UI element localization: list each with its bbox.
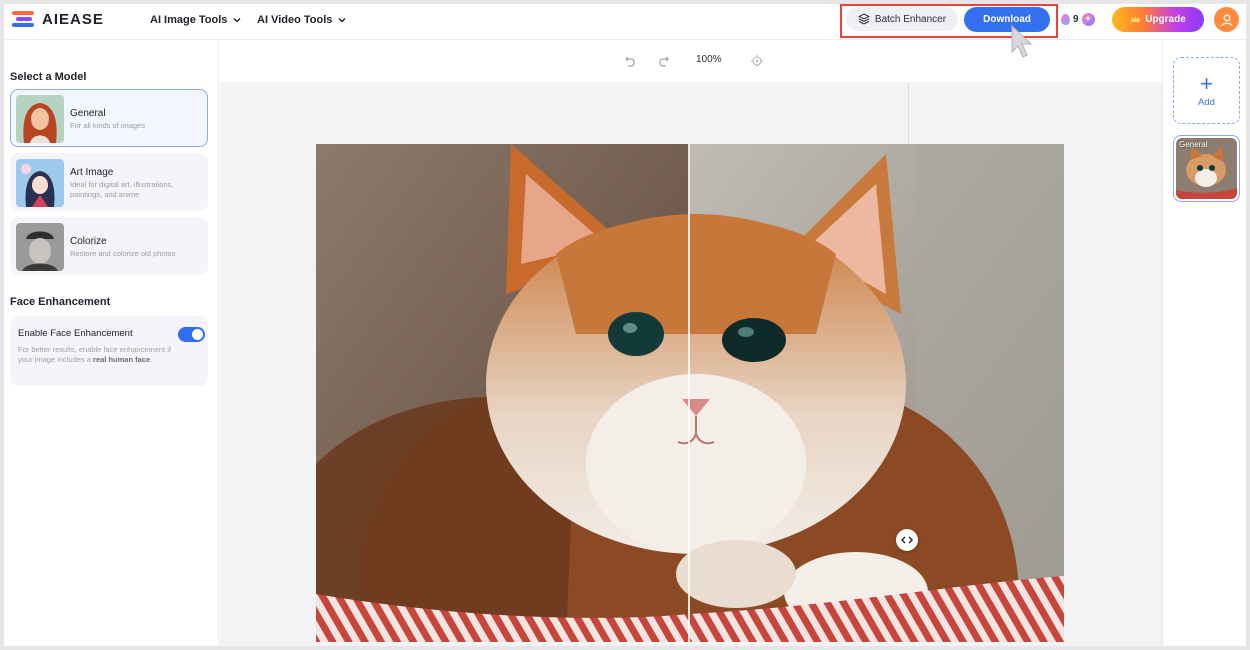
model-desc: Ideal for digital art, illustrations, pa… xyxy=(70,180,174,199)
face-toggle-label: Enable Face Enhancement xyxy=(18,328,133,339)
model-name: Art Image xyxy=(70,167,114,178)
model-thumbnail-colorize xyxy=(16,223,64,271)
redo-icon[interactable] xyxy=(658,54,672,68)
face-enhancement-card: Enable Face Enhancement For better resul… xyxy=(10,316,208,386)
comparison-divider-line xyxy=(908,82,909,144)
kitten-image xyxy=(316,144,1064,642)
model-thumbnail-general xyxy=(16,95,64,143)
image-thumbnail: General xyxy=(1176,138,1237,199)
add-label: Add xyxy=(1198,96,1215,108)
thumbnail-tag: General xyxy=(1179,140,1208,149)
right-panel: + Add General xyxy=(1162,40,1246,646)
model-card-colorize[interactable]: Colorize Restore and colorize old photos xyxy=(10,217,208,275)
app-window: AIEASE AI Image Tools AI Video Tools Bat… xyxy=(4,4,1246,646)
user-icon xyxy=(1220,14,1233,26)
model-card-general[interactable]: General For all kinds of images xyxy=(10,89,208,147)
face-enhancement-toggle[interactable] xyxy=(178,327,205,342)
model-name: Colorize xyxy=(70,236,107,247)
face-enhancement-desc: For better results, enable face enhancem… xyxy=(18,345,172,364)
logo[interactable]: AIEASE xyxy=(12,10,104,28)
editor-area: 100% xyxy=(220,40,1162,646)
credits-value: 9 xyxy=(1073,13,1079,25)
user-avatar[interactable] xyxy=(1214,7,1239,32)
model-thumbnail-art-image xyxy=(16,159,64,207)
comparison-canvas[interactable] xyxy=(316,144,1064,642)
nav-ai-image-tools[interactable]: AI Image Tools xyxy=(150,14,242,26)
split-drag-handle[interactable] xyxy=(896,529,918,551)
arrows-horizontal-icon xyxy=(901,536,913,544)
upgrade-label: Upgrade xyxy=(1145,14,1186,25)
model-card-art-image[interactable]: Art Image Ideal for digital art, illustr… xyxy=(10,153,208,211)
zoom-level: 100% xyxy=(696,54,722,65)
nav-label: AI Video Tools xyxy=(257,14,333,26)
model-name: General xyxy=(70,108,106,119)
chevron-down-icon xyxy=(338,18,346,23)
face-enhancement-title: Face Enhancement xyxy=(10,296,111,308)
upgrade-button[interactable]: Upgrade xyxy=(1112,7,1204,32)
model-desc: Restore and colorize old photos xyxy=(70,249,176,258)
fit-screen-icon[interactable] xyxy=(750,54,764,68)
nav-label: AI Image Tools xyxy=(150,14,228,26)
nav-ai-video-tools[interactable]: AI Video Tools xyxy=(257,14,347,26)
model-desc: For all kinds of images xyxy=(70,121,146,130)
left-panel: Select a Model General For all kinds of … xyxy=(4,40,219,646)
comparison-divider xyxy=(688,144,690,642)
mouse-cursor-icon xyxy=(1011,24,1033,58)
crown-icon xyxy=(1131,16,1141,22)
undo-icon[interactable] xyxy=(622,54,636,68)
credits-counter[interactable]: 9 + xyxy=(1061,9,1107,29)
plus-icon: + xyxy=(1081,12,1095,26)
gem-icon xyxy=(1061,13,1070,25)
add-image-button[interactable]: + Add xyxy=(1173,57,1240,124)
chevron-down-icon xyxy=(233,18,241,23)
select-model-title: Select a Model xyxy=(10,71,87,83)
logo-text: AIEASE xyxy=(42,10,104,28)
top-bar: AIEASE AI Image Tools AI Video Tools Bat… xyxy=(4,4,1246,40)
logo-icon xyxy=(12,10,36,28)
image-thumbnail-card[interactable]: General xyxy=(1173,135,1240,202)
plus-icon: + xyxy=(1200,70,1213,96)
